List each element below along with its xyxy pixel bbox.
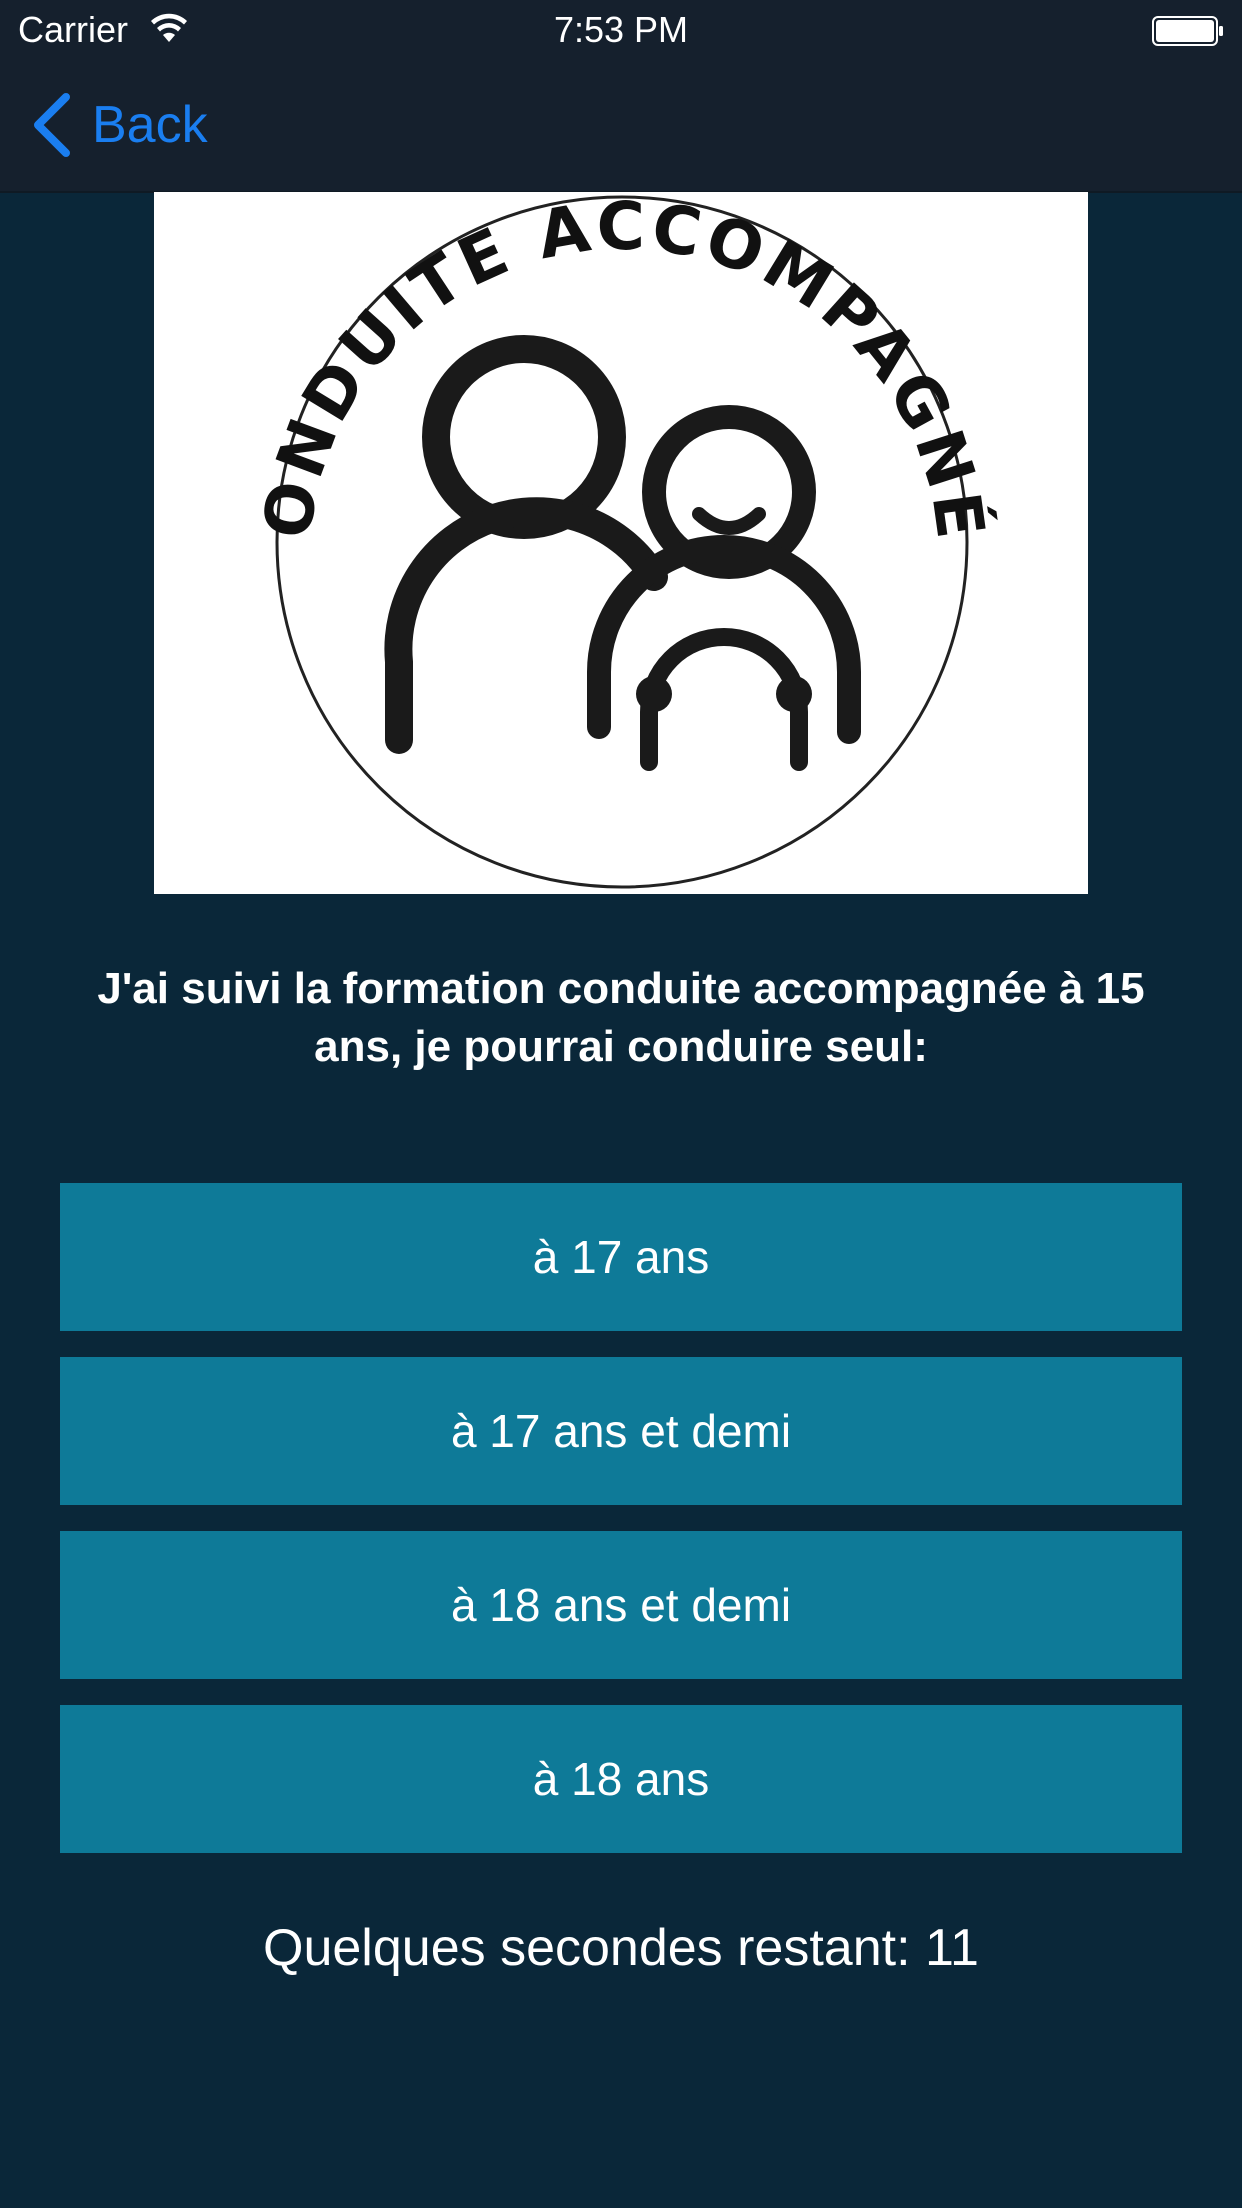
battery-icon [1152, 16, 1223, 46]
conduite-accompagnee-logo: CONDUITE ACCOMPAGNÉE [154, 192, 997, 889]
quiz-screen: Carrier 7:53 PM Back CONDUITE ACCOMPA [0, 0, 1242, 2208]
chevron-left-icon [34, 93, 70, 157]
navigation-bar: Carrier 7:53 PM Back [0, 0, 1242, 193]
answer-button-4[interactable]: à 18 ans [60, 1705, 1182, 1853]
back-button[interactable]: Back [30, 90, 208, 160]
answer-button-2[interactable]: à 17 ans et demi [60, 1357, 1182, 1505]
answer-button-3[interactable]: à 18 ans et demi [60, 1531, 1182, 1679]
status-time: 7:53 PM [553, 9, 689, 50]
back-label: Back [92, 96, 208, 154]
question-image: CONDUITE ACCOMPAGNÉE [154, 192, 1088, 894]
answer-button-1[interactable]: à 17 ans [60, 1183, 1182, 1331]
countdown-timer: Quelques secondes restant: 11 [263, 1919, 979, 1977]
question-text: J'ai suivi la formation conduite accompa… [97, 964, 1145, 1071]
